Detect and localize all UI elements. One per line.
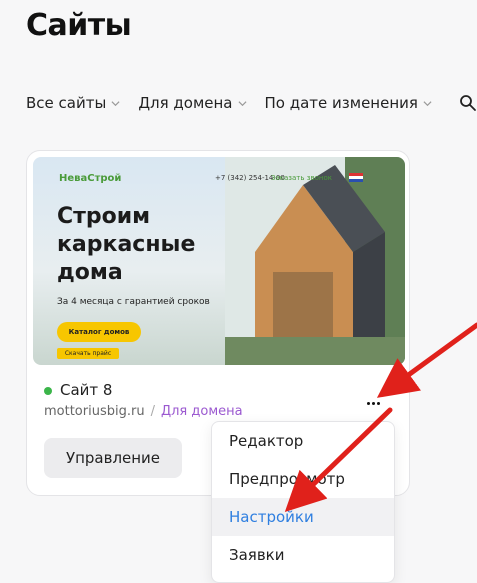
chevron-down-icon	[238, 100, 247, 106]
filter-all-sites[interactable]: Все сайты	[26, 94, 120, 112]
thumb-headline: Строим каркасные дома	[57, 203, 195, 287]
dot-icon	[366, 401, 370, 405]
chevron-down-icon	[111, 100, 120, 106]
filter-sort-label: По дате изменения	[264, 94, 418, 112]
filter-for-domain[interactable]: Для домена	[138, 94, 247, 112]
filter-all-sites-label: Все сайты	[26, 94, 107, 112]
filter-for-domain-label: Для домена	[138, 94, 233, 112]
menu-item-requests[interactable]: Заявки	[212, 536, 394, 574]
site-domain: mottoriusbig.ru	[44, 404, 145, 419]
chevron-down-icon	[423, 100, 432, 106]
menu-item-preview[interactable]: Предпросмотр	[212, 460, 394, 498]
filter-sort[interactable]: По дате изменения	[265, 94, 432, 112]
flag-icon	[349, 173, 363, 182]
separator: /	[150, 404, 155, 419]
context-menu: Редактор Предпросмотр Настройки Заявки	[211, 421, 395, 583]
manage-button[interactable]: Управление	[44, 438, 182, 478]
site-name: Сайт 8	[60, 381, 113, 399]
status-indicator	[44, 387, 52, 395]
thumb-headline-line: Строим	[57, 204, 151, 229]
menu-item-settings[interactable]: Настройки	[212, 498, 394, 536]
menu-item-editor[interactable]: Редактор	[212, 422, 394, 460]
site-thumbnail[interactable]: НеваСтрой +7 (342) 254-14-00 Заказать зв…	[33, 157, 405, 365]
for-domain-link[interactable]: Для домена	[161, 404, 243, 419]
thumb-call-link: Заказать звонок	[271, 174, 332, 182]
thumb-catalog-button: Каталог домов	[57, 322, 141, 342]
filter-bar: Все сайты Для домена По дате изменения	[26, 94, 450, 112]
thumb-price-button: Скачать прайс	[57, 348, 119, 359]
thumb-subtitle: За 4 месяца с гарантией сроков	[57, 297, 210, 307]
search-icon[interactable]	[459, 94, 477, 112]
house-image	[225, 157, 405, 365]
thumb-headline-line: дома	[57, 260, 123, 285]
site-domain-line: mottoriusbig.ru / Для домена	[44, 404, 243, 419]
more-options-button[interactable]	[363, 397, 383, 409]
thumb-headline-line: каркасные	[57, 232, 196, 257]
dot-icon	[376, 401, 380, 405]
dot-icon	[371, 401, 375, 405]
page-title: Сайты	[26, 8, 132, 43]
thumb-brand: НеваСтрой	[59, 173, 122, 184]
